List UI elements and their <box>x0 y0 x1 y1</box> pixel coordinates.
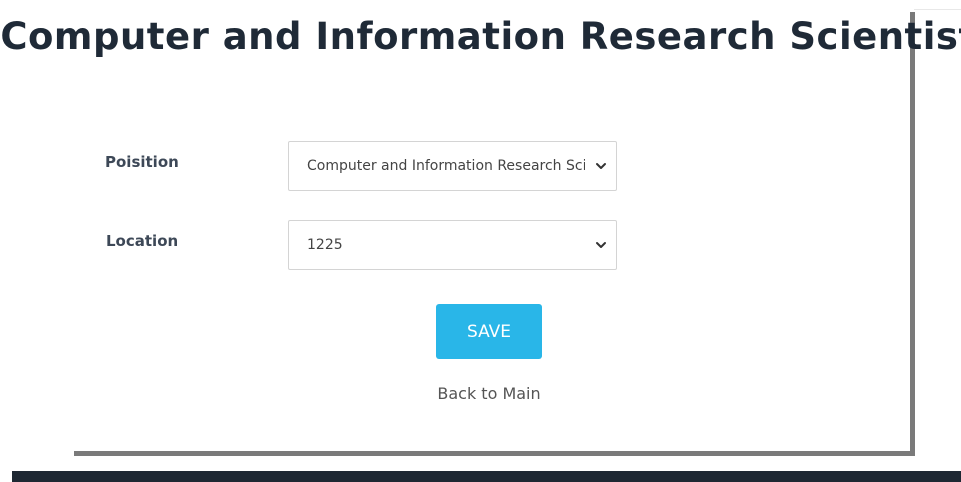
position-label: Poisition <box>105 153 179 171</box>
back-to-main-link[interactable]: Back to Main <box>400 384 578 403</box>
position-select-value: Computer and Information Research Scient… <box>307 158 585 174</box>
card-shadow-right <box>910 12 915 456</box>
location-select-value: 1225 <box>307 237 343 253</box>
location-select[interactable]: 1225 <box>288 220 617 270</box>
form-card: Computer and Information Research Scient… <box>0 0 961 456</box>
footer-bar <box>12 471 961 482</box>
position-select[interactable]: Computer and Information Research Scient… <box>288 141 617 191</box>
card-shadow-bottom <box>74 451 915 456</box>
page: Computer and Information Research Scient… <box>0 0 961 482</box>
save-button[interactable]: SAVE <box>436 304 542 359</box>
page-title: Computer and Information Research Scient… <box>0 15 961 58</box>
location-label: Location <box>106 232 179 250</box>
chevron-down-icon <box>596 242 606 248</box>
chevron-down-icon <box>596 163 606 169</box>
